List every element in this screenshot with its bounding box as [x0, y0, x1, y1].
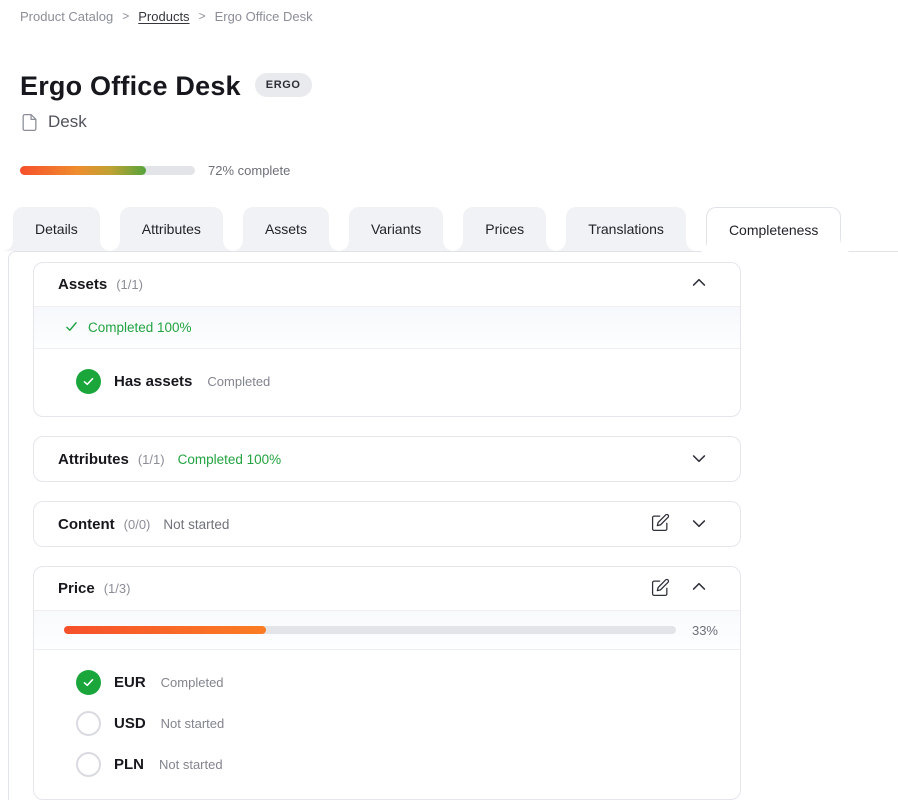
tab-prices[interactable]: Prices: [463, 207, 546, 251]
section-card-attributes: Attributes (1/1) Completed 100%: [33, 436, 741, 482]
section-title: Price: [58, 580, 95, 597]
completeness-progressbar: [20, 166, 195, 175]
product-detail-page: Product Catalog > Products > Ergo Office Des…: [0, 0, 898, 800]
tab-details[interactable]: Details: [13, 207, 100, 251]
completeness-item-row: Has assets Completed: [34, 361, 740, 402]
tab-completeness[interactable]: Completeness: [706, 207, 842, 252]
edit-icon: [651, 513, 670, 535]
check-icon: [64, 319, 79, 337]
section-summary-text: Completed 100%: [88, 320, 192, 335]
section-card-price: Price(1/3)33%EURCompletedUSDNot startedP…: [33, 566, 741, 800]
title-row: Ergo Office Desk ERGO: [20, 71, 898, 101]
chevron-down-icon: [689, 513, 709, 536]
chevron-up-icon: [689, 577, 709, 600]
tab-label: Prices: [485, 221, 524, 237]
breadcrumb: Product Catalog > Products > Ergo Office Des…: [0, 0, 898, 24]
item-label: USD: [114, 715, 146, 732]
tab-label: Completeness: [729, 222, 819, 238]
section-items: EUR Completed USD Not started PLN Not started: [34, 650, 740, 799]
section-header-content[interactable]: Content (0/0) Not started: [34, 502, 740, 546]
tab-translations[interactable]: Translations: [566, 207, 686, 251]
family-label: Desk: [48, 112, 87, 132]
chevron-down-icon: [689, 448, 709, 471]
item-status: Not started: [159, 757, 223, 772]
tab-attributes[interactable]: Attributes: [120, 207, 223, 251]
section-card-content: Content (0/0) Not started: [33, 501, 741, 547]
edit-button[interactable]: [650, 577, 671, 601]
family-row: Desk: [20, 112, 898, 132]
tab-assets[interactable]: Assets: [243, 207, 329, 251]
completeness-item-row: PLN Not started: [34, 744, 740, 785]
edit-button[interactable]: [650, 512, 671, 536]
completeness-progress-fill: [20, 166, 146, 175]
page-title: Ergo Office Desk: [20, 71, 241, 101]
item-label: EUR: [114, 674, 146, 691]
tab-label: Attributes: [142, 221, 201, 237]
sku-badge: ERGO: [255, 73, 312, 97]
section-status: Not started: [163, 517, 229, 532]
section-status: Completed 100%: [178, 452, 282, 467]
check-circle-icon: [76, 369, 101, 394]
section-count: (1/3): [104, 581, 131, 596]
item-label: PLN: [114, 756, 144, 773]
section-progress-fill: [64, 626, 266, 634]
completeness-item-row: EUR Completed: [34, 662, 740, 703]
section-count: (1/1): [116, 277, 143, 292]
section-header-icons: [650, 512, 710, 537]
item-status: Not started: [161, 716, 225, 731]
breadcrumb-separator: >: [122, 9, 129, 23]
tab-bar: Details Attributes Assets Variants Prices Tra…: [3, 207, 898, 251]
section-count: (1/1): [138, 452, 165, 467]
section-title: Assets: [58, 276, 107, 293]
tab-label: Translations: [588, 221, 664, 237]
tab-label: Details: [35, 221, 78, 237]
edit-icon: [651, 578, 670, 600]
completeness-sections: Assets (1/1) Completed 100% Has assets Compl…: [9, 252, 898, 800]
completeness-panel: Assets (1/1) Completed 100% Has assets Compl…: [8, 251, 898, 800]
breadcrumb-item-ergo-office-desk: Ergo Office Desk: [215, 9, 313, 24]
section-summary-row: Completed 100%: [34, 307, 740, 349]
item-status: Completed: [207, 374, 270, 389]
section-header-assets[interactable]: Assets (1/1): [34, 263, 740, 307]
section-header-icons: [650, 576, 710, 601]
section-progress-row: 33%: [34, 611, 740, 650]
file-icon: [20, 113, 39, 132]
tab-label: Assets: [265, 221, 307, 237]
breadcrumb-item-product-catalog[interactable]: Product Catalog: [20, 9, 113, 24]
completeness-progress-label: 72% complete: [208, 163, 290, 178]
empty-circle-icon: [76, 752, 101, 777]
section-progressbar: [64, 626, 676, 634]
section-header-price[interactable]: Price (1/3): [34, 567, 740, 611]
section-items: Has assets Completed: [34, 349, 740, 416]
expand-button[interactable]: [688, 447, 710, 472]
tab-label: Variants: [371, 221, 421, 237]
check-circle-icon: [76, 670, 101, 695]
section-progress-label: 33%: [688, 623, 718, 638]
chevron-up-icon: [689, 273, 709, 296]
breadcrumb-separator: >: [199, 9, 206, 23]
breadcrumb-item-products[interactable]: Products: [138, 9, 189, 24]
collapse-button[interactable]: [688, 576, 710, 601]
section-header-icons: [688, 447, 710, 472]
section-header-icons: [688, 272, 710, 297]
section-title: Content: [58, 516, 115, 533]
empty-circle-icon: [76, 711, 101, 736]
item-label: Has assets: [114, 373, 192, 390]
section-title: Attributes: [58, 451, 129, 468]
collapse-button[interactable]: [688, 272, 710, 297]
completeness-item-row: USD Not started: [34, 703, 740, 744]
tab-variants[interactable]: Variants: [349, 207, 443, 251]
expand-button[interactable]: [688, 512, 710, 537]
item-status: Completed: [161, 675, 224, 690]
section-card-assets: Assets (1/1) Completed 100% Has assets Compl…: [33, 262, 741, 417]
completeness-progress-row: 72% complete: [20, 163, 898, 178]
section-header-attributes[interactable]: Attributes (1/1) Completed 100%: [34, 437, 740, 481]
section-count: (0/0): [124, 517, 151, 532]
